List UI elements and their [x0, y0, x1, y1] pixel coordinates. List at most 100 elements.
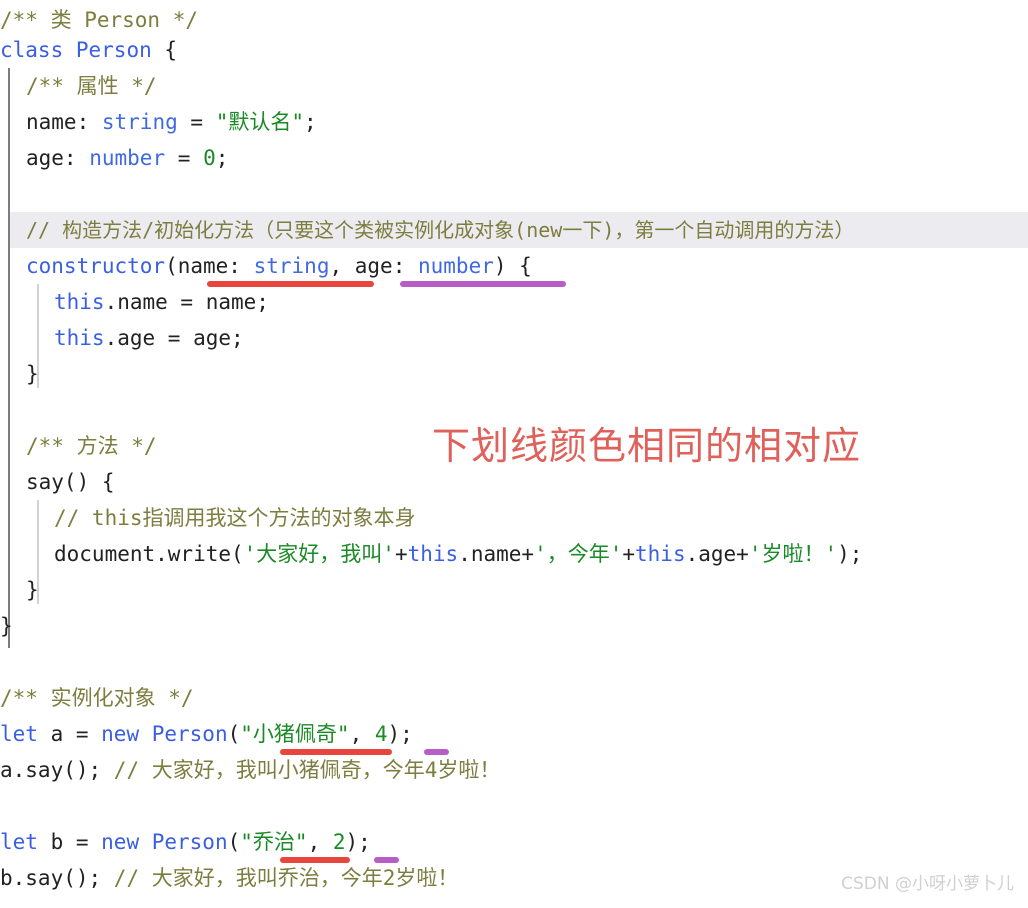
annotation-note: 下划线颜色相同的相对应: [432, 424, 862, 468]
csdn-watermark: CSDN @小呀小萝卜儿: [841, 874, 1014, 894]
underline-arg-string-b: [280, 857, 350, 863]
comment-method: /** 方法 */: [26, 434, 157, 458]
space-5: [203, 110, 216, 134]
arg-string-b: "乔治": [240, 830, 308, 854]
plus-2: +: [521, 542, 535, 566]
code-line-3: /** 属性 */: [0, 68, 1028, 104]
keyword-let-a: let: [0, 722, 38, 746]
code-line-9: this.name = name;: [0, 284, 1028, 320]
arg-string-a: "小猪佩奇": [240, 722, 350, 746]
arg-number-b: 2: [332, 830, 346, 854]
space-9: [241, 254, 254, 278]
underline-ctor-name-string: [207, 281, 374, 287]
this-keyword-4: this: [635, 542, 686, 566]
code-line-22: a.say(); // 大家好，我叫小猪佩奇，今年4岁啦！: [0, 752, 1028, 788]
space-1: [63, 38, 76, 62]
prop-access-name: .name: [458, 542, 522, 566]
keyword-let-b: let: [0, 830, 38, 854]
arg-number-a: 4: [374, 722, 388, 746]
code-line-21: let a = new Person("小猪佩奇", 4);: [0, 716, 1028, 752]
comment-class-person: /** 类 Person */: [0, 8, 199, 32]
string-greeting-2: '，今年': [534, 542, 623, 566]
var-a: a =: [37, 722, 102, 746]
comment-constructor-explain: // 构造方法/初始化方法（只要这个类被实例化成对象(new一下)，第一个自动调…: [26, 218, 855, 242]
paren-open-ctor: (: [165, 254, 178, 278]
this-keyword-1: this: [54, 290, 105, 314]
code-line-20: /** 实例化对象 */: [0, 680, 1028, 716]
class-ref-person-a: Person: [139, 722, 228, 746]
assign-name: .name = name;: [104, 290, 269, 314]
comment-this-explain: // this指调用我这个方法的对象本身: [54, 506, 416, 530]
space-2: [152, 38, 165, 62]
class-ref-person-b: Person: [139, 830, 228, 854]
plus-3: +: [622, 542, 636, 566]
space-6: [77, 146, 90, 170]
code-line-18: }: [0, 608, 1028, 644]
prop-access-age: .age: [685, 542, 737, 566]
code-line-15: // this指调用我这个方法的对象本身: [0, 500, 1028, 536]
brace-close-ctor: }: [26, 362, 39, 386]
string-greeting-3: '岁啦！': [748, 542, 838, 566]
paren-open-b: (: [227, 830, 241, 854]
space-4: [178, 110, 191, 134]
assign-age: .age = age;: [104, 326, 244, 350]
brace-close-class: }: [0, 614, 13, 638]
keyword-new-a: new: [101, 722, 140, 746]
method-say-signature: say() {: [26, 470, 115, 494]
param-type-number: number: [418, 254, 494, 278]
type-number: number: [89, 146, 166, 170]
code-line-4: name: string = "默认名";: [0, 104, 1028, 140]
property-name: name:: [26, 110, 90, 134]
code-editor-surface: /** 类 Person */ class Person { /** 属性 */…: [0, 0, 1028, 908]
semicolon-2: ;: [215, 146, 229, 170]
keyword-class: class: [0, 38, 64, 62]
code-line-24: let b = new Person("乔治", 2);: [0, 824, 1028, 860]
semicolon-1: ;: [304, 110, 317, 134]
plus-4: +: [736, 542, 749, 566]
underline-arg-string-a: [280, 749, 392, 755]
paren-close-a: );: [387, 722, 413, 746]
plus-1: +: [394, 542, 408, 566]
code-line-7: // 构造方法/初始化方法（只要这个类被实例化成对象(new一下)，第一个自动调…: [0, 212, 1028, 248]
this-keyword-3: this: [407, 542, 459, 566]
space-8: [190, 146, 203, 170]
number-zero: 0: [203, 146, 216, 170]
this-keyword-2: this: [54, 326, 105, 350]
comma-b: ,: [307, 830, 333, 854]
param-type-string: string: [253, 254, 330, 278]
call-b-say: b.say();: [0, 866, 114, 890]
param-name: name:: [177, 254, 241, 278]
brace-close-say: }: [26, 578, 39, 602]
string-greeting-1: '大家好，我叫': [243, 542, 395, 566]
param-age: age:: [354, 254, 406, 278]
equals-1: =: [190, 110, 204, 134]
keyword-constructor: constructor: [26, 254, 166, 278]
keyword-new-b: new: [101, 830, 140, 854]
call-a-say: a.say();: [0, 758, 114, 782]
code-line-5: age: number = 0;: [0, 140, 1028, 176]
comma-a: ,: [349, 722, 375, 746]
document-write-call: document.write(: [54, 542, 244, 566]
paren-close-b: );: [345, 830, 371, 854]
string-default-name: "默认名": [215, 110, 304, 134]
comment-properties: /** 属性 */: [26, 74, 157, 98]
code-line-2: class Person {: [0, 32, 1028, 68]
code-line-11: }: [0, 356, 1028, 392]
space-3: [89, 110, 102, 134]
property-age: age:: [26, 146, 77, 170]
comment-output-b: // 大家好，我叫乔治，今年2岁啦！: [113, 866, 459, 890]
class-name-person: Person: [75, 38, 152, 62]
var-b: b =: [37, 830, 102, 854]
underline-arg-number-a: [424, 749, 449, 755]
space-10: [405, 254, 418, 278]
call-tail: );: [837, 542, 863, 566]
comment-instantiate: /** 实例化对象 */: [0, 686, 194, 710]
type-string: string: [101, 110, 178, 134]
brace-open-class: {: [164, 38, 178, 62]
comma-ctor: ,: [329, 254, 355, 278]
code-line-10: this.age = age;: [0, 320, 1028, 356]
equals-2: =: [177, 146, 191, 170]
code-line-17: }: [0, 572, 1028, 608]
paren-open-a: (: [227, 722, 241, 746]
underline-arg-number-b: [374, 857, 399, 863]
